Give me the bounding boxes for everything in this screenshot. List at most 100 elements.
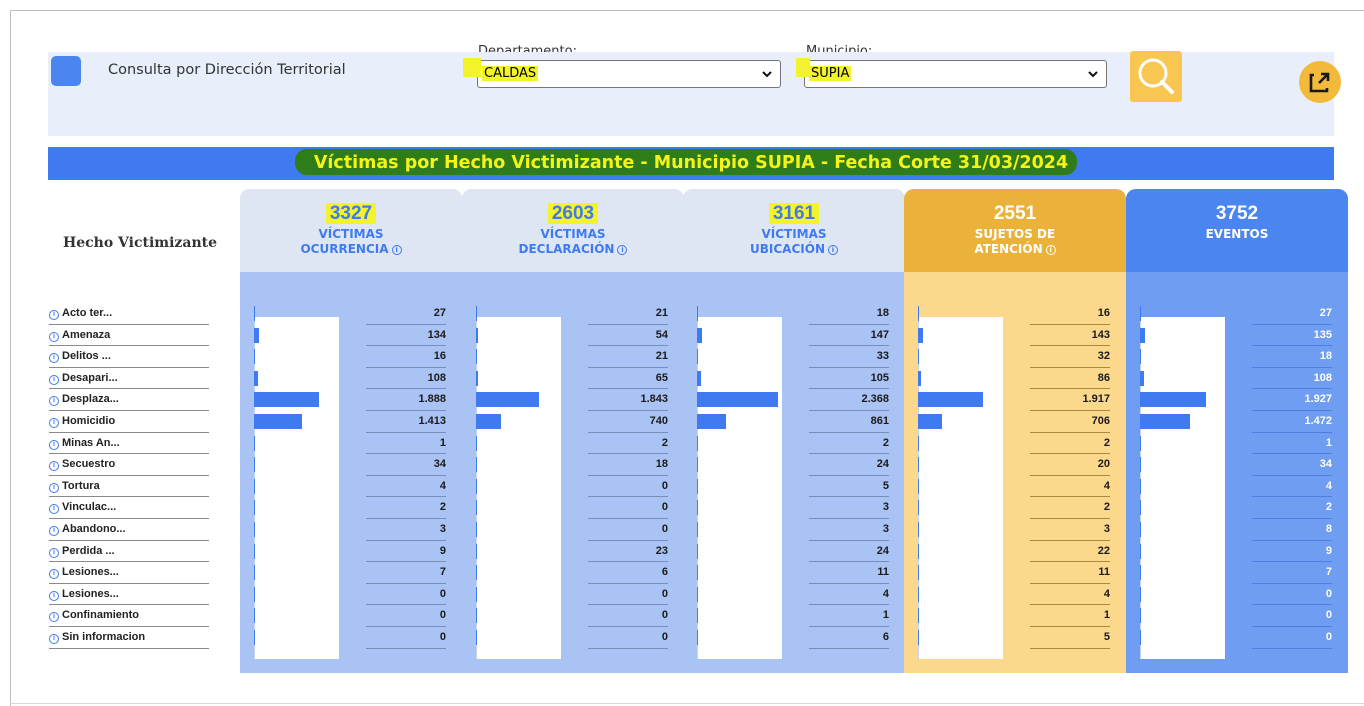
info-icon[interactable]: i	[49, 526, 59, 536]
bar[interactable]	[697, 306, 698, 321]
bar[interactable]	[476, 306, 477, 321]
bar[interactable]	[918, 522, 919, 537]
info-icon[interactable]: i	[49, 547, 59, 558]
bar[interactable]	[1140, 522, 1141, 537]
row-label[interactable]: i Lesiones...	[49, 562, 209, 584]
bar[interactable]	[476, 586, 477, 602]
bar[interactable]	[1140, 392, 1206, 408]
row-label[interactable]: i Desapari...	[49, 368, 209, 390]
bar[interactable]	[697, 414, 727, 429]
bar[interactable]	[1140, 457, 1142, 473]
row-label[interactable]: i Acto ter...	[49, 303, 209, 325]
bar[interactable]	[254, 370, 258, 386]
bar[interactable]	[1140, 327, 1145, 343]
bar[interactable]	[1140, 478, 1141, 494]
bar[interactable]	[254, 543, 255, 559]
info-icon[interactable]: i	[49, 504, 59, 515]
bar[interactable]	[918, 349, 920, 365]
bar[interactable]	[254, 435, 255, 451]
bar[interactable]	[918, 327, 923, 343]
bar[interactable]	[1140, 370, 1144, 386]
row-label[interactable]: i Secuestro	[49, 454, 209, 476]
bar[interactable]	[697, 543, 698, 559]
row-label[interactable]: i Abandono...	[49, 519, 209, 541]
bar[interactable]	[697, 457, 698, 473]
bar[interactable]	[476, 630, 477, 645]
bar[interactable]	[476, 608, 477, 624]
bar[interactable]	[1140, 500, 1141, 516]
bar[interactable]	[918, 586, 919, 602]
bar[interactable]	[254, 457, 256, 473]
info-icon[interactable]: i	[49, 439, 59, 450]
bar[interactable]	[1140, 349, 1141, 365]
bar[interactable]	[697, 500, 698, 516]
bar[interactable]	[1140, 630, 1141, 645]
info-icon[interactable]: i	[49, 374, 59, 385]
bar[interactable]	[697, 349, 699, 365]
bar[interactable]	[918, 414, 943, 429]
bar[interactable]	[697, 608, 698, 624]
bar[interactable]	[476, 392, 539, 408]
bar[interactable]	[697, 630, 698, 645]
bar[interactable]	[918, 608, 919, 624]
bar[interactable]	[1140, 586, 1141, 602]
bar[interactable]	[254, 522, 255, 537]
bar[interactable]	[476, 457, 477, 473]
bar[interactable]	[476, 565, 477, 581]
bar[interactable]	[1140, 306, 1141, 321]
bar[interactable]	[1140, 565, 1141, 581]
bar[interactable]	[254, 630, 255, 645]
bar[interactable]	[918, 543, 919, 559]
bar[interactable]	[476, 370, 479, 386]
bar[interactable]	[476, 500, 477, 516]
bar[interactable]	[254, 608, 255, 624]
row-label[interactable]: i Tortura	[49, 476, 209, 498]
row-label[interactable]: i Vinculac...	[49, 497, 209, 519]
info-icon[interactable]: i	[49, 461, 59, 472]
bar[interactable]	[476, 414, 502, 429]
info-icon[interactable]: i	[49, 482, 59, 493]
municipio-select[interactable]: SUPIA	[804, 60, 1107, 88]
row-label[interactable]: i Homicidio	[49, 411, 209, 433]
bar[interactable]	[476, 435, 477, 451]
bar[interactable]	[918, 370, 921, 386]
bar[interactable]	[476, 327, 478, 343]
bar[interactable]	[476, 543, 477, 559]
row-label[interactable]: i Lesiones...	[49, 584, 209, 606]
info-icon[interactable]: i	[49, 310, 59, 320]
bar[interactable]	[697, 392, 778, 408]
bar[interactable]	[918, 306, 919, 321]
row-label[interactable]: i Desplaza...	[49, 389, 209, 411]
info-icon[interactable]: i	[827, 245, 838, 255]
bar[interactable]	[918, 478, 919, 494]
bar[interactable]	[254, 349, 255, 365]
row-label[interactable]: i Perdida ...	[49, 541, 209, 563]
row-label[interactable]: i Minas An...	[49, 433, 209, 455]
bar[interactable]	[476, 478, 477, 494]
info-icon[interactable]: i	[1045, 245, 1056, 255]
bar[interactable]	[697, 370, 701, 386]
bar[interactable]	[1140, 543, 1141, 559]
toggle-square-button[interactable]	[51, 56, 81, 86]
bar[interactable]	[697, 478, 698, 494]
row-label[interactable]: i Sin informacion	[49, 627, 209, 649]
bar[interactable]	[918, 630, 919, 645]
info-icon[interactable]: i	[617, 245, 628, 255]
bar[interactable]	[918, 500, 919, 516]
bar[interactable]	[918, 565, 919, 581]
info-icon[interactable]: i	[391, 245, 402, 255]
bar[interactable]	[254, 500, 255, 516]
bar[interactable]	[697, 327, 703, 343]
info-icon[interactable]: i	[49, 331, 59, 342]
info-icon[interactable]: i	[49, 569, 59, 580]
external-link-button[interactable]	[1299, 61, 1341, 103]
bar[interactable]	[476, 349, 477, 365]
info-icon[interactable]: i	[49, 634, 59, 644]
bar[interactable]	[254, 392, 319, 408]
departamento-select[interactable]: CALDAS	[477, 60, 781, 88]
row-label[interactable]: i Amenaza	[49, 325, 209, 347]
bar[interactable]	[918, 392, 984, 408]
bar[interactable]	[697, 565, 698, 581]
bar[interactable]	[918, 435, 919, 451]
bar[interactable]	[697, 586, 698, 602]
